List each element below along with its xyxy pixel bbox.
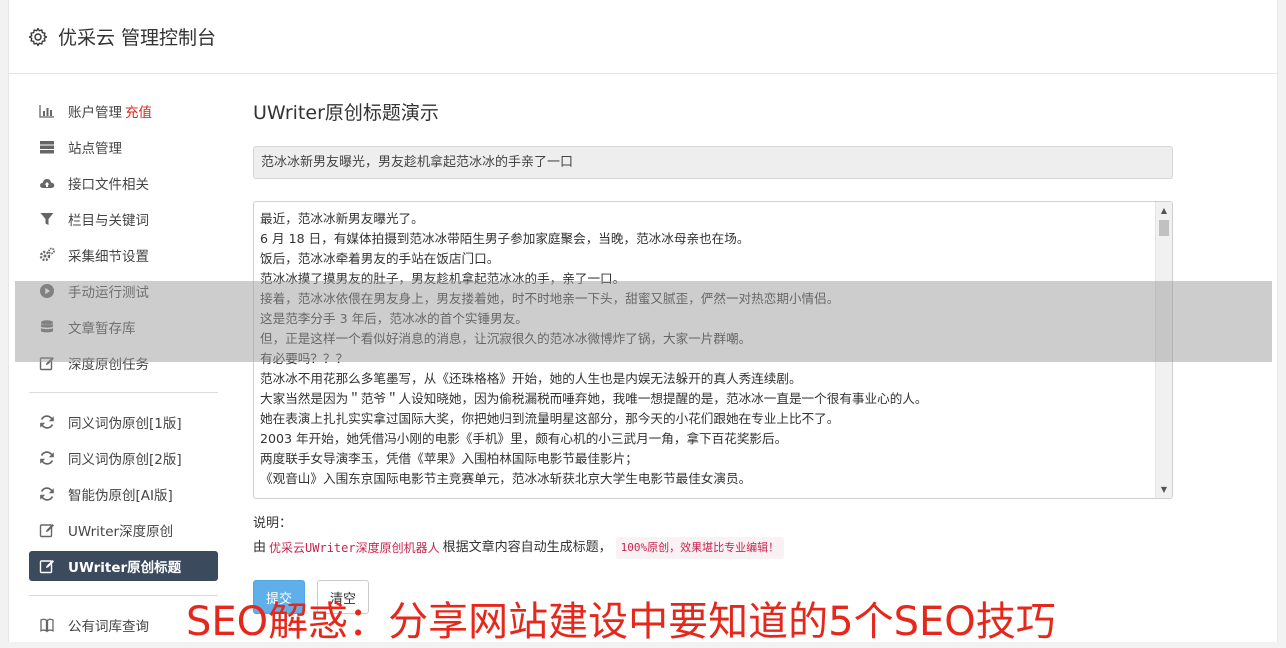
sidebar-item-label: 公有词库查询 [68,619,149,635]
submit-button[interactable]: 提交 [253,580,306,614]
notes-text: 由 优采云UWriter深度原创机器人 根据文章内容自动生成标题， 100%原创… [253,537,1173,559]
form-buttons: 提交 清空 [253,580,1173,614]
article-line: 最近，范冰冰新男友曝光了。 [260,211,424,226]
article-line: 两度联手女导演李玉，凭借《苹果》入围柏林国际电影节最佳影片； [260,451,638,466]
recharge-badge[interactable]: 充值 [125,101,152,121]
sidebar-item[interactable]: 智能伪原创[AI版] [29,479,218,509]
clear-button[interactable]: 清空 [317,580,370,614]
article-line: 但，正是这样一个看似好消息的消息，让沉寂很久的范冰冰微博炸了锅，大家一片群嘲。 [260,331,752,346]
uwriter-robot-link[interactable]: 优采云UWriter深度原创机器人 [269,538,440,558]
refresh-icon [39,486,55,502]
sidebar-item[interactable]: 采集细节设置 [29,240,218,270]
sidebar-item-label: 深度原创任务 [68,357,149,373]
database-icon [39,319,55,335]
notes: 说明： 由 优采云UWriter深度原创机器人 根据文章内容自动生成标题， 10… [253,514,1173,559]
book-icon [39,617,55,633]
sidebar-item[interactable]: 公有词库查询 [29,610,218,640]
bar-chart-icon [39,103,55,119]
notes-prefix: 由 [253,540,267,555]
server-icon [39,139,55,155]
sidebar-item[interactable]: UWriter原创标题 [29,551,218,581]
originality-highlight: 100%原创，效果堪比专业编辑！ [615,537,785,559]
sidebar-item[interactable]: UWriter深度原创 [29,515,218,545]
sidebar: 账户管理 充值站点管理接口文件相关 栏目与关键词 采集细节设置 手动运行测试 文章暂存库深… [29,96,218,642]
notes-label: 说明： [253,516,293,531]
main-panel: UWriter原创标题演示 范冰冰新男友曝光，男友趁机拿起范冰冰的手亲了一口 最… [253,100,1173,614]
play-circle-icon [39,283,55,299]
sidebar-divider [29,392,218,393]
page-title: UWriter原创标题演示 [253,102,439,124]
sidebar-item-label: 手动运行测试 [68,285,149,301]
sidebar-item-label: 栏目与关键词 [68,213,149,229]
article-line: 饭后，范冰冰牵着男友的手站在饭店门口。 [260,251,500,266]
cloud-upload-icon [39,175,55,191]
sidebar-item-label: 同义词伪原创[2版] [68,452,182,468]
sidebar-item[interactable]: 站点管理 [29,132,218,162]
sidebar-item[interactable]: 同义词伪原创[2版] [29,443,218,473]
refresh-icon [39,450,55,466]
console-page: 优采云 管理控制台 账户管理 充值站点管理接口文件相关 栏目与关键词 采集细节设置 手动… [8,0,1278,642]
sidebar-item[interactable]: 账户管理 充值 [29,96,218,126]
gears-icon [39,247,55,263]
sidebar-item-label: 文章暂存库 [68,321,136,337]
refresh-icon [39,414,55,430]
sidebar-item-label: 同义词伪原创[1版] [68,416,182,432]
textarea-scrollbar[interactable]: ▲ ▼ [1155,202,1172,498]
edit-icon [39,558,55,574]
sidebar-item-label: 站点管理 [68,141,122,157]
article-line: 大家当然是因为＂范爷＂人设知晓她，因为偷税漏税而唾弃她，我唯一想提醒的是，范冰冰… [260,391,928,406]
sidebar-item-label: UWriter深度原创 [68,524,174,540]
article-line: 她在表演上扎扎实实拿过国际大奖，你把她归到流量明星这部分，那今天的小花们跟她在专… [260,411,840,426]
sidebar-divider [29,595,218,596]
sidebar-item-label: 采集细节设置 [68,249,149,265]
edit-icon [39,355,55,371]
scroll-thumb[interactable] [1159,220,1169,236]
sidebar-item-label: UWriter原创标题 [68,560,182,576]
edit-icon [39,522,55,538]
sidebar-item-label: 智能伪原创[AI版] [68,488,173,504]
sidebar-item[interactable]: 接口文件相关 [29,168,218,198]
article-line: 接着，范冰冰依偎在男友身上，男友搂着她，时不时地亲一下头，甜蜜又腻歪，俨然一对热… [260,291,840,306]
sidebar-item[interactable]: 同义词伪原创[1版] [29,407,218,437]
article-line: 范冰冰摸了摸男友的肚子，男友趁机拿起范冰冰的手，亲了一口。 [260,271,626,286]
scroll-up-arrow-icon[interactable]: ▲ [1156,202,1172,219]
generated-title-field[interactable]: 范冰冰新男友曝光，男友趁机拿起范冰冰的手亲了一口 [253,146,1173,179]
article-line: 《观音山》入围东京国际电影节主竞赛单元，范冰冰斩获北京大学生电影节最佳女演员。 [260,471,752,486]
sidebar-item[interactable]: 手动运行测试 [29,276,218,306]
header: 优采云 管理控制台 [9,0,1277,74]
article-textarea[interactable]: 最近，范冰冰新男友曝光了。 6 月 18 日，有媒体拍摄到范冰冰带陌生男子参加家庭… [253,201,1173,499]
app-title: 优采云 管理控制台 [58,27,217,49]
notes-middle: 根据文章内容自动生成标题， [442,540,612,555]
sidebar-item-label: 账户管理 [68,105,122,121]
article-line: 6 月 18 日，有媒体拍摄到范冰冰带陌生男子参加家庭聚会，当晚，范冰冰母亲也在… [260,231,750,246]
article-line: 这是范李分手 3 年后，范冰冰的首个实锤男友。 [260,311,528,326]
article-text: 最近，范冰冰新男友曝光了。 6 月 18 日，有媒体拍摄到范冰冰带陌生男子参加家庭… [254,202,1172,489]
article-line: 范冰冰不用花那么多笔墨写，从《还珠格格》开始，她的人生也是内娱无法躲开的真人秀连… [260,371,802,386]
filter-icon [39,211,55,227]
article-line: 有必要吗？？？ [260,351,349,366]
gear-icon [28,27,48,46]
sidebar-item[interactable]: 栏目与关键词 [29,204,218,234]
sidebar-item[interactable]: 深度原创任务 [29,348,218,378]
article-line: 2003 年开始，她凭借冯小刚的电影《手机》里，颇有心机的小三武月一角，拿下百花… [260,431,788,446]
sidebar-item-label: 接口文件相关 [68,177,149,193]
sidebar-item[interactable]: 文章暂存库 [29,312,218,342]
scroll-down-arrow-icon[interactable]: ▼ [1156,481,1172,498]
